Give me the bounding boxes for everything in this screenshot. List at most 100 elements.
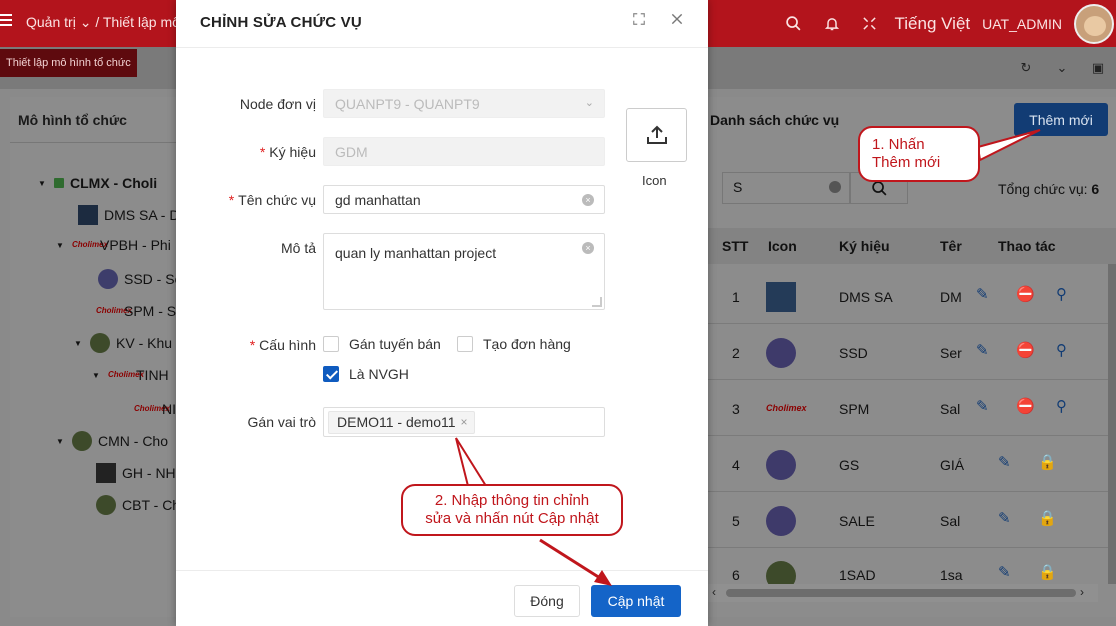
checkbox-box[interactable] [457, 336, 473, 352]
update-button[interactable]: Cập nhật [591, 585, 681, 617]
horizontal-scrollbar[interactable]: ‹ › [708, 584, 1098, 602]
vertical-scrollbar[interactable] [1108, 264, 1116, 584]
tree-node-label: TINH [136, 367, 169, 383]
row-name: Sal [940, 401, 961, 417]
node-unit-select[interactable]: QUANPT9 - QUANPT9 ⌄ [323, 89, 605, 118]
row-stt: 4 [732, 457, 740, 473]
edit-icon[interactable]: ✎ [976, 341, 989, 359]
caret-down-icon[interactable]: ▼ [38, 179, 48, 188]
edit-icon[interactable]: ✎ [998, 453, 1011, 471]
callout-text: Thêm mới [872, 154, 941, 171]
tree-node[interactable]: Cholimex SPM - S [96, 303, 176, 319]
checkbox-assign-route[interactable]: Gán tuyến bán [323, 336, 441, 352]
resize-handle[interactable] [592, 297, 602, 307]
language-selector[interactable]: Tiếng Việt [895, 14, 971, 34]
brand-logo-icon: Cholimex [72, 240, 109, 249]
tree-node-label: VPBH - Phi [100, 237, 171, 253]
tree-node[interactable]: SSD - Se [98, 269, 182, 289]
menu-icon[interactable] [0, 14, 12, 28]
username[interactable]: UAT_ADMIN [982, 16, 1062, 32]
role-tag-label: DEMO11 - demo11 [337, 414, 456, 430]
scrollbar-thumb[interactable] [726, 589, 1076, 597]
checkbox-box[interactable] [323, 336, 339, 352]
tree-node-label: NI [162, 401, 176, 417]
caret-down-icon[interactable]: ▼ [92, 371, 102, 380]
badge-icon [96, 495, 116, 515]
required-mark: * [228, 192, 235, 208]
lock-icon[interactable]: 🔒 [1038, 509, 1057, 527]
checkbox-is-delivery-staff[interactable]: Là NVGH [323, 366, 409, 382]
row-code: DMS SA [839, 289, 893, 305]
caret-down-icon[interactable]: ▼ [56, 241, 66, 250]
icon-upload-button[interactable] [626, 108, 687, 162]
dialog-title: CHỈNH SỬA CHỨC VỤ [200, 14, 362, 31]
table-row[interactable]: 2 SSD Ser ✎ ⛔ ⚲ [708, 325, 1108, 380]
chevron-down-icon: ⌄ [584, 97, 594, 109]
window-icon[interactable]: ▣ [1080, 55, 1116, 81]
description-textarea[interactable]: quan ly manhattan project × [323, 233, 605, 310]
row-name: Sal [940, 513, 961, 529]
lock-icon[interactable]: 🔒 [1038, 453, 1057, 471]
tree-node[interactable]: Cholimex NI [134, 401, 176, 417]
scroll-right-icon[interactable]: › [1080, 585, 1084, 599]
avatar[interactable] [1074, 3, 1114, 44]
callout-step-1: 1. Nhấn Thêm mới [858, 126, 980, 182]
tree-node[interactable]: ▼ Cholimex TINH [92, 367, 169, 383]
edit-icon[interactable]: ✎ [976, 397, 989, 415]
code-input[interactable]: GDM [323, 137, 605, 166]
label-text: Gán vai trò [247, 414, 316, 430]
tree-node[interactable]: DMS SA - D [78, 205, 179, 225]
clear-icon[interactable] [829, 181, 841, 193]
refresh-icon[interactable]: ↻ [1008, 55, 1044, 81]
clear-icon[interactable]: × [582, 242, 594, 254]
table-row[interactable]: 6 1SAD 1sa ✎ 🔒 [708, 549, 1108, 591]
view-icon[interactable]: ⚲ [1056, 341, 1067, 359]
search-icon[interactable] [775, 0, 813, 47]
table-row[interactable]: 4 GS GIÁ ✎ 🔒 [708, 437, 1108, 492]
caret-down-icon[interactable]: ▼ [56, 437, 66, 446]
row-code: SSD [839, 345, 868, 361]
search-input[interactable]: S [722, 172, 850, 204]
callout-text: 1. Nhấn [872, 136, 925, 153]
table-row[interactable]: 1 DMS SA DM ✎ ⛔ ⚲ [708, 269, 1108, 324]
bell-icon[interactable] [813, 0, 851, 47]
delete-icon[interactable]: ⛔ [1016, 397, 1035, 415]
edit-icon[interactable]: ✎ [976, 285, 989, 303]
close-button[interactable]: Đóng [514, 585, 580, 617]
expand-icon[interactable] [632, 12, 646, 29]
tree-node-label: GH - NH [122, 465, 176, 481]
add-new-button[interactable]: Thêm mới [1014, 103, 1108, 136]
edit-icon[interactable]: ✎ [998, 509, 1011, 527]
fullscreen-icon[interactable] [851, 0, 889, 47]
panel-title: Danh sách chức vụ [710, 112, 840, 128]
table-row[interactable]: 5 SALE Sal ✎ 🔒 [708, 493, 1108, 548]
tree-node[interactable]: ▼ CLMX - Choli [38, 175, 157, 191]
checkbox-create-order[interactable]: Tạo đơn hàng [457, 336, 571, 352]
checkbox-box[interactable] [323, 366, 339, 382]
edit-icon[interactable]: ✎ [998, 563, 1011, 581]
tree-node[interactable]: GH - NH [96, 463, 176, 483]
tree-node[interactable]: ▼ Cholimex VPBH - Phi [56, 237, 171, 253]
role-select[interactable]: DEMO11 - demo11 × [323, 407, 605, 437]
close-icon[interactable] [670, 9, 684, 32]
remove-tag-icon[interactable]: × [461, 412, 468, 433]
position-name-input[interactable]: gd manhattan × [323, 185, 605, 214]
tab-org-model[interactable]: Thiết lập mô hình tổ chức [0, 49, 137, 77]
chevron-down-icon[interactable]: ⌄ [1044, 55, 1080, 81]
scroll-left-icon[interactable]: ‹ [712, 585, 716, 599]
tree-node-label: CLMX - Choli [70, 175, 158, 191]
breadcrumb-separator: / [95, 14, 100, 30]
row-code: SALE [839, 513, 875, 529]
delete-icon[interactable]: ⛔ [1016, 341, 1035, 359]
view-icon[interactable]: ⚲ [1056, 397, 1067, 415]
view-icon[interactable]: ⚲ [1056, 285, 1067, 303]
caret-down-icon[interactable]: ▼ [74, 339, 84, 348]
lock-icon[interactable]: 🔒 [1038, 563, 1057, 581]
clear-icon[interactable]: × [582, 194, 594, 206]
table-row[interactable]: 3 Cholimex SPM Sal ✎ ⛔ ⚲ [708, 381, 1108, 436]
delete-icon[interactable]: ⛔ [1016, 285, 1035, 303]
breadcrumb-admin[interactable]: Quản trị [26, 14, 76, 30]
tree-node[interactable]: ▼ CMN - Cho [56, 431, 168, 451]
tree-node[interactable]: CBT - Ch [96, 495, 180, 515]
tree-node[interactable]: ▼ KV - Khu [74, 333, 172, 353]
